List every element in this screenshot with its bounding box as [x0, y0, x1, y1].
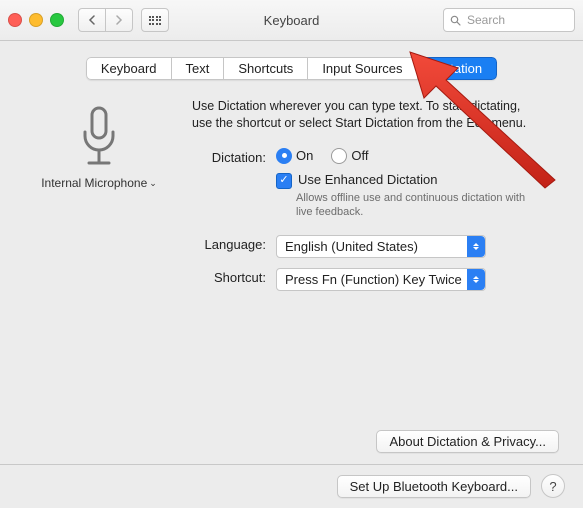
- titlebar: Keyboard: [0, 0, 583, 41]
- popup-arrows-icon: [467, 269, 485, 290]
- chevron-left-icon: [88, 15, 96, 25]
- radio-icon: [331, 148, 347, 164]
- zoom-window-button[interactable]: [50, 13, 64, 27]
- search-input[interactable]: [465, 12, 568, 28]
- window-controls: [8, 13, 64, 27]
- intro-text: Use Dictation wherever you can type text…: [192, 98, 559, 132]
- dictation-row: Dictation: On Off ✓ Use: [192, 148, 559, 220]
- help-button[interactable]: ?: [541, 474, 565, 498]
- nav-buttons: [78, 8, 133, 32]
- bluetooth-keyboard-button[interactable]: Set Up Bluetooth Keyboard...: [337, 475, 531, 498]
- separator: [0, 464, 583, 465]
- close-window-button[interactable]: [8, 13, 22, 27]
- dictation-off-radio[interactable]: Off: [331, 148, 368, 164]
- language-popup[interactable]: English (United States): [276, 235, 486, 258]
- tab-text[interactable]: Text: [172, 57, 225, 80]
- shortcut-row: Shortcut: Press Fn (Function) Key Twice: [192, 268, 559, 291]
- tab-bar: Keyboard Text Shortcuts Input Sources Di…: [0, 57, 583, 80]
- enhanced-dictation-checkbox[interactable]: ✓: [276, 173, 292, 189]
- content-area: Internal Microphone ⌄ Use Dictation wher…: [0, 80, 583, 301]
- language-row: Language: English (United States): [192, 235, 559, 258]
- microphone-selector[interactable]: Internal Microphone ⌄: [41, 176, 157, 190]
- grid-icon: [149, 16, 162, 25]
- chevron-right-icon: [115, 15, 123, 25]
- forward-button[interactable]: [106, 8, 133, 32]
- language-value: English (United States): [285, 239, 418, 254]
- tab-shortcuts[interactable]: Shortcuts: [224, 57, 308, 80]
- enhanced-dictation-note: Allows offline use and continuous dictat…: [296, 191, 536, 220]
- search-field[interactable]: [443, 8, 575, 32]
- shortcut-value: Press Fn (Function) Key Twice: [285, 272, 462, 287]
- enhanced-dictation-label: Use Enhanced Dictation: [298, 172, 437, 187]
- microphone-icon: [77, 106, 121, 168]
- shortcut-label: Shortcut:: [192, 268, 276, 285]
- search-icon: [450, 15, 461, 26]
- tab-keyboard[interactable]: Keyboard: [86, 57, 172, 80]
- microphone-column: Internal Microphone ⌄: [24, 98, 174, 301]
- about-dictation-button[interactable]: About Dictation & Privacy...: [376, 430, 559, 453]
- dictation-radio-group: On Off: [276, 148, 559, 164]
- minimize-window-button[interactable]: [29, 13, 43, 27]
- microphone-label: Internal Microphone: [41, 176, 147, 190]
- tab-dictation[interactable]: Dictation: [418, 57, 498, 80]
- preferences-window: Keyboard Keyboard Text Shortcuts Input S…: [0, 0, 583, 508]
- show-all-button[interactable]: [141, 8, 169, 32]
- dictation-label: Dictation:: [192, 148, 276, 165]
- radio-icon: [276, 148, 292, 164]
- tab-input-sources[interactable]: Input Sources: [308, 57, 417, 80]
- back-button[interactable]: [78, 8, 106, 32]
- shortcut-popup[interactable]: Press Fn (Function) Key Twice: [276, 268, 486, 291]
- dictation-on-radio[interactable]: On: [276, 148, 313, 164]
- popup-arrows-icon: [467, 236, 485, 257]
- chevron-down-icon: ⌄: [149, 178, 157, 189]
- settings-column: Use Dictation wherever you can type text…: [192, 98, 559, 301]
- language-label: Language:: [192, 235, 276, 252]
